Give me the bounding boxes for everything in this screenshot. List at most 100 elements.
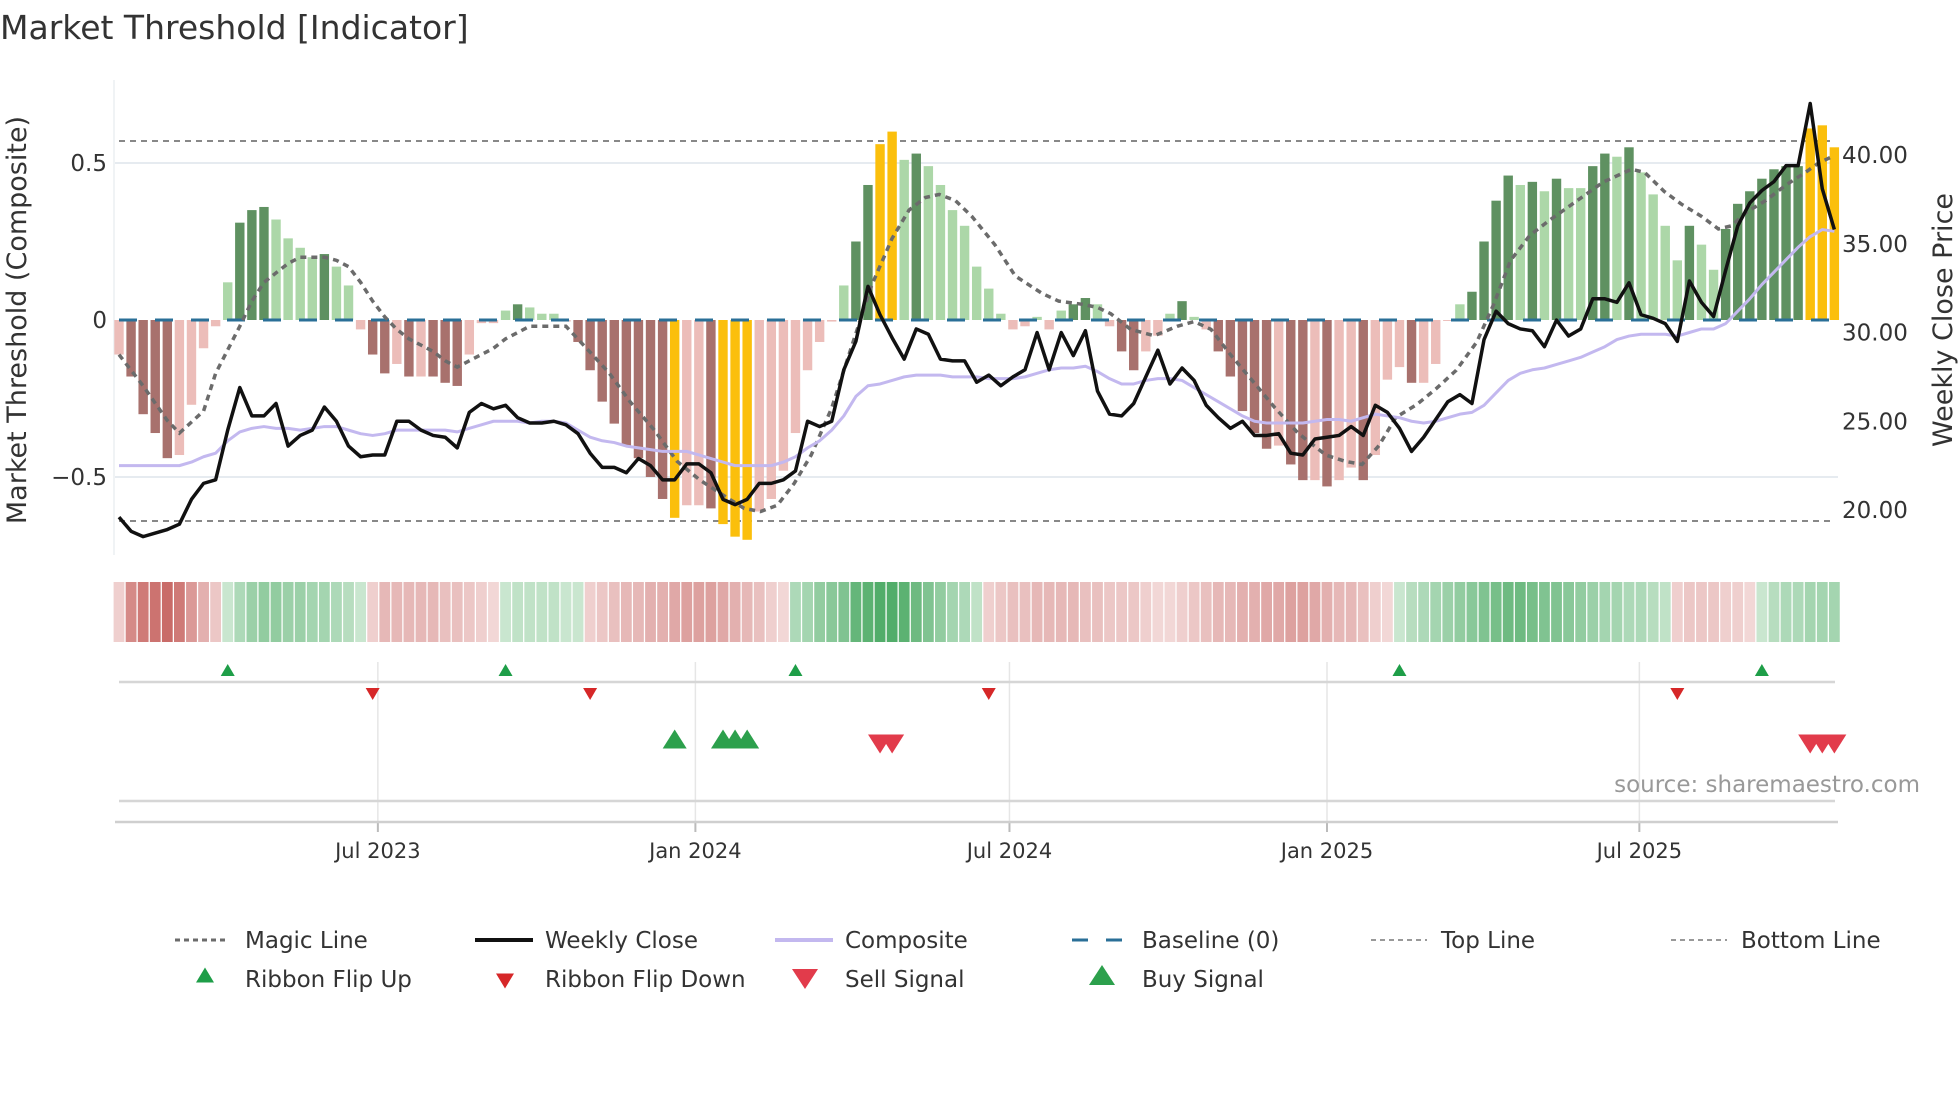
- composite-bar: [1322, 320, 1332, 487]
- ribbon-cell: [681, 582, 693, 642]
- ribbon-cell: [512, 582, 524, 642]
- x-tick-label: Jul 2025: [1595, 839, 1682, 863]
- ribbon-cell: [778, 582, 789, 642]
- legend-item: Ribbon Flip Down: [496, 967, 746, 993]
- ribbon-cell: [355, 582, 366, 642]
- ribbon-cell: [1200, 582, 1212, 642]
- ribbon-cell: [488, 582, 499, 642]
- composite-bar: [537, 313, 547, 320]
- legend-flip-up-icon: [196, 967, 214, 983]
- composite-bar: [669, 320, 680, 518]
- legend-item: Ribbon Flip Up: [196, 967, 412, 993]
- ribbon-cell: [584, 582, 596, 642]
- composite-bar: [657, 320, 668, 499]
- composite-bar: [1660, 225, 1670, 320]
- y-axis-label-left: Market Threshold (Composite): [2, 116, 33, 524]
- ribbon-cell: [1067, 582, 1079, 642]
- ribbon-cell: [657, 582, 668, 642]
- ribbon-cell: [753, 582, 765, 642]
- ribbon-cell: [1297, 582, 1309, 642]
- ribbon-flip-up-marker: [220, 664, 235, 676]
- composite-bar: [1551, 178, 1562, 320]
- composite-bar: [1213, 320, 1223, 352]
- ribbon-cell: [198, 582, 209, 642]
- ribbon-cell: [1587, 582, 1599, 642]
- legend-label: Baseline (0): [1142, 928, 1279, 954]
- legend-item: Top Line: [1371, 928, 1535, 954]
- x-tick-label: Jul 2024: [965, 839, 1052, 863]
- composite-bar: [802, 320, 813, 371]
- composite-bar: [1334, 320, 1344, 481]
- ribbon-cell: [1720, 582, 1732, 642]
- ribbon-cell: [536, 582, 548, 642]
- ribbon-cell: [1128, 582, 1140, 642]
- composite-bar: [343, 285, 354, 320]
- ribbon-cell: [971, 582, 983, 642]
- ribbon-cell: [1212, 582, 1224, 642]
- legend-label: Weekly Close: [545, 928, 698, 954]
- ribbon-cell: [1792, 582, 1804, 642]
- ribbon-flip-up-marker: [498, 664, 513, 676]
- composite-bar: [247, 210, 257, 320]
- ribbon-flip-down-marker: [583, 688, 598, 700]
- ribbon-cell: [1080, 582, 1091, 642]
- ribbon-cell: [898, 582, 910, 642]
- composite-bar: [1286, 320, 1296, 465]
- composite-bar: [355, 320, 366, 330]
- composite-bar: [367, 320, 378, 355]
- composite-bar: [682, 320, 692, 506]
- ribbon-cell: [210, 582, 222, 642]
- x-axis: Jul 2023 Jan 2024 Jul 2024 Jan 2025 Jul 2025: [115, 820, 1838, 863]
- ribbon-cell: [1502, 582, 1514, 642]
- ribbon-cell: [572, 582, 584, 642]
- composite-bar: [814, 320, 825, 342]
- ribbon-cell: [451, 582, 463, 642]
- ribbon-cell: [258, 582, 270, 642]
- composite-bar: [271, 219, 281, 320]
- x-tick-label: Jan 2024: [647, 839, 742, 863]
- ribbon-cell: [427, 582, 439, 642]
- x-tick-label: Jul 2023: [333, 839, 420, 863]
- composite-bar: [416, 320, 426, 377]
- composite-bar: [1370, 320, 1381, 456]
- y-tick-label-right: 20.00: [1842, 498, 1908, 524]
- ribbon-cell: [1696, 582, 1707, 642]
- legend-item: Bottom Line: [1671, 928, 1881, 954]
- legend-item: Buy Signal: [1089, 965, 1264, 993]
- composite-bar: [609, 320, 619, 424]
- ribbon-cell: [1152, 582, 1164, 642]
- ribbon-cell: [246, 582, 258, 642]
- composite-bar: [331, 266, 342, 320]
- ribbon-cell: [1007, 582, 1019, 642]
- main-plot: 0.5 0 −0.5 40.00 35.00 30.00 25.00 20.00: [51, 80, 1908, 555]
- legend-label: Composite: [845, 928, 968, 954]
- composite-bar: [573, 320, 583, 342]
- ribbon-cell: [983, 582, 995, 642]
- ribbon-flip-up-marker: [1754, 664, 1769, 676]
- ribbon-cell: [1418, 582, 1430, 642]
- ribbon-cell: [1514, 582, 1526, 642]
- ribbon-cell: [1804, 582, 1816, 642]
- ribbon-cell: [1454, 582, 1466, 642]
- composite-bar: [1491, 200, 1501, 320]
- ribbon-cell: [633, 582, 644, 642]
- composite-bar: [404, 320, 414, 377]
- source-credit: source: sharemaestro.com: [1614, 772, 1920, 798]
- ribbon-cell: [1285, 582, 1297, 642]
- ribbon-cell: [1394, 582, 1405, 642]
- composite-bar: [452, 320, 462, 386]
- ribbon-cell: [391, 582, 403, 642]
- composite-bar: [1503, 175, 1513, 320]
- ribbon-cell: [1406, 582, 1417, 642]
- ribbon-cell: [596, 582, 608, 642]
- composite-bar: [1431, 320, 1441, 364]
- composite-bar: [1406, 320, 1417, 383]
- composite-bar: [512, 304, 523, 320]
- composite-bar: [162, 320, 173, 459]
- ribbon-cell: [1539, 582, 1550, 642]
- composite-bar: [223, 282, 233, 320]
- ribbon-strip: [113, 582, 1840, 642]
- ribbon-cell: [415, 582, 427, 642]
- ribbon-cell: [1599, 582, 1611, 642]
- ribbon-cell: [306, 582, 318, 642]
